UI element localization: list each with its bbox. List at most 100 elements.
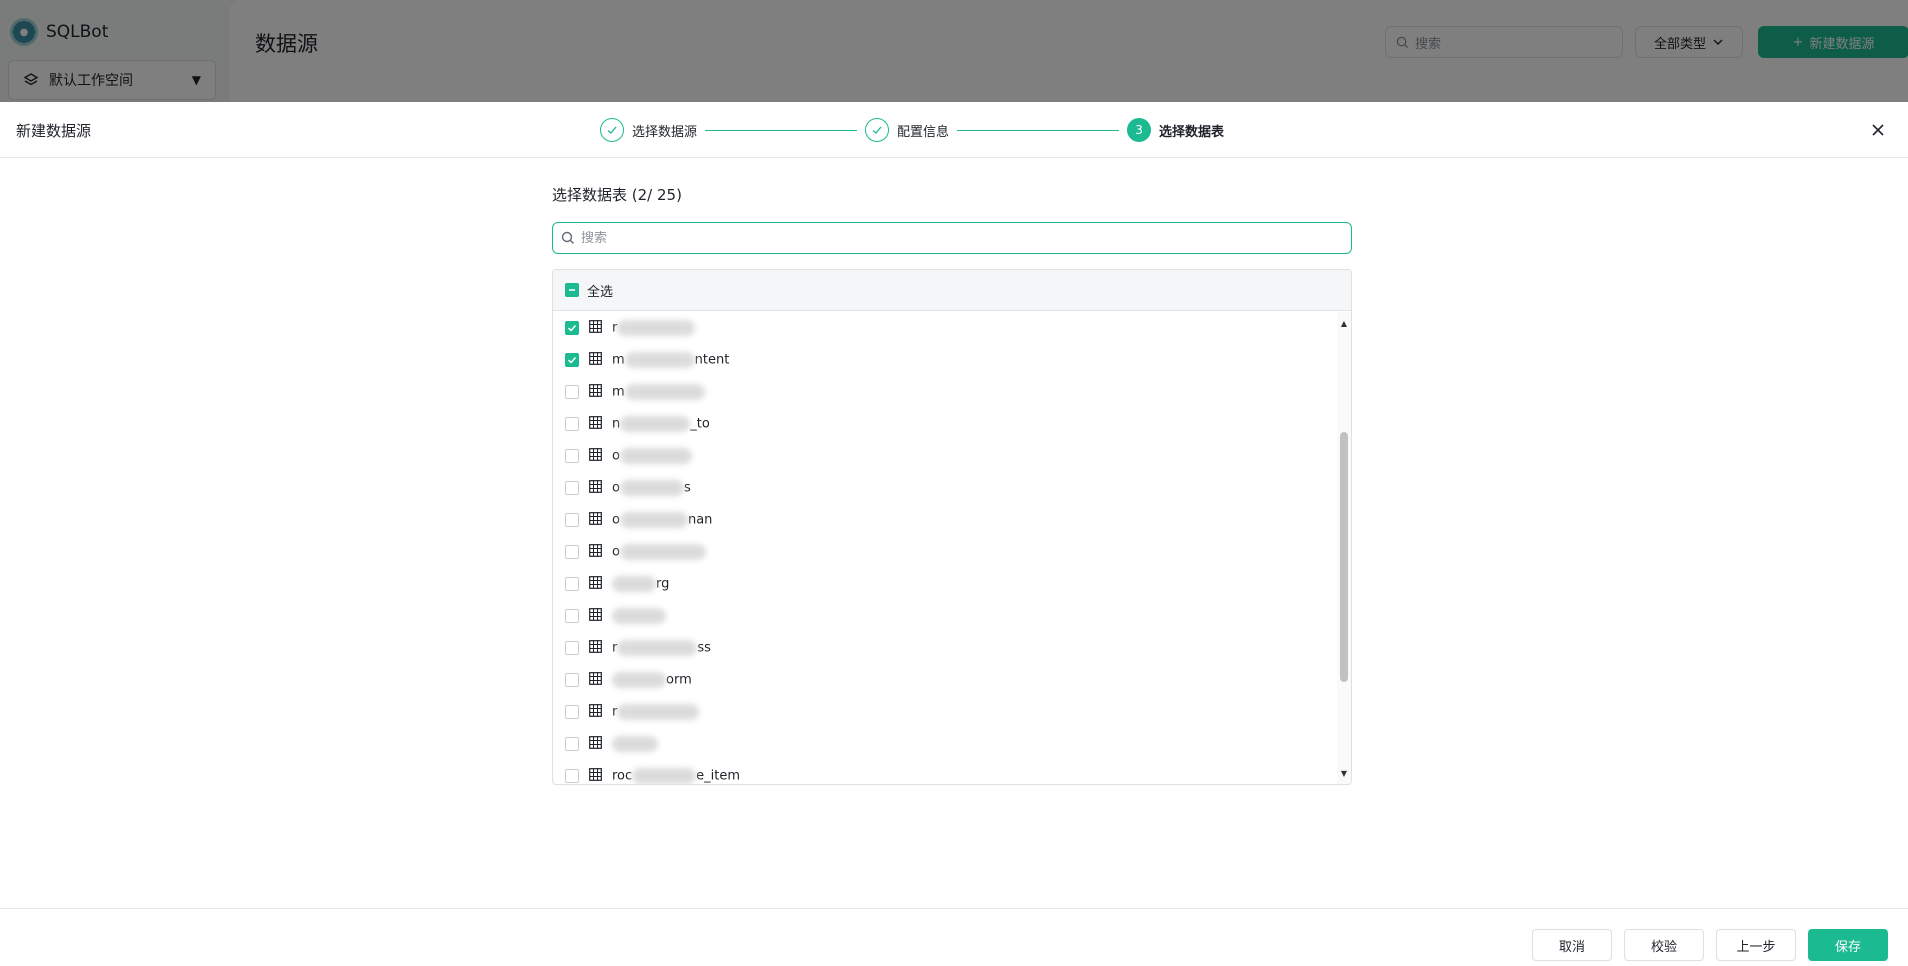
table-row[interactable]: r	[553, 312, 1339, 344]
table-name-prefix: m	[612, 384, 625, 400]
table-row[interactable]: rg	[553, 568, 1339, 600]
redacted-text	[632, 768, 697, 784]
row-checkbox[interactable]	[565, 545, 579, 559]
table-row[interactable]: os	[553, 472, 1339, 504]
row-checkbox[interactable]	[565, 609, 579, 623]
save-button[interactable]: 保存	[1808, 929, 1888, 961]
table-name: r	[612, 320, 696, 336]
redacted-text	[617, 320, 696, 336]
table-list: r m ntent m n _to o o s o nan o rg r ss orm r roc e_item	[553, 312, 1339, 784]
table-icon	[589, 703, 602, 721]
redacted-text	[612, 672, 666, 688]
table-name-prefix: roc	[612, 768, 633, 784]
table-row[interactable]: r	[553, 696, 1339, 728]
table-name-suffix: nan	[687, 512, 713, 528]
table-row[interactable]: r ss	[553, 632, 1339, 664]
table-name-prefix: m	[612, 352, 625, 368]
table-name-prefix: n	[612, 416, 621, 432]
scroll-down-arrow-icon[interactable]: ▼	[1337, 766, 1351, 780]
redacted-text	[624, 384, 705, 400]
validate-button[interactable]: 校验	[1624, 929, 1704, 961]
table-icon	[589, 351, 602, 369]
row-checkbox[interactable]	[565, 321, 579, 335]
search-icon	[561, 231, 574, 244]
select-all-row[interactable]: 全选	[553, 270, 1351, 311]
redacted-text	[619, 448, 692, 464]
drawer-footer: 取消 校验 上一步 保存	[0, 908, 1908, 966]
row-checkbox[interactable]	[565, 737, 579, 751]
table-name: n _to	[612, 416, 710, 432]
table-name-suffix: _to	[690, 416, 710, 432]
table-row[interactable]: roc e_item	[553, 760, 1339, 784]
cancel-button[interactable]: 取消	[1532, 929, 1612, 961]
redacted-text	[619, 544, 706, 560]
step-connector	[957, 129, 1120, 131]
table-list-scrollbar[interactable]: ▲ ▼	[1337, 312, 1351, 784]
check-icon	[865, 118, 890, 142]
redacted-text	[612, 576, 656, 592]
table-icon	[589, 479, 602, 497]
drawer-header: 新建数据源 选择数据源 配置信息 3 选择数据表	[0, 102, 1908, 158]
table-row[interactable]: o	[553, 440, 1339, 472]
stepper: 选择数据源 配置信息 3 选择数据表	[600, 118, 1224, 142]
table-search-input[interactable]	[581, 230, 1343, 246]
redacted-text	[617, 640, 698, 656]
table-name: o nan	[612, 512, 712, 528]
row-checkbox[interactable]	[565, 513, 579, 527]
table-row[interactable]: orm	[553, 664, 1339, 696]
table-list-panel: 全选 r m ntent m n _to o o s o nan o rg r ss orm r roc e_ite…	[552, 269, 1352, 785]
table-name-suffix: e_item	[696, 768, 741, 784]
row-checkbox[interactable]	[565, 481, 579, 495]
new-datasource-drawer: 新建数据源 选择数据源 配置信息 3 选择数据表 选择数据表 (2/ 25) 搜…	[0, 102, 1908, 966]
row-checkbox[interactable]	[565, 769, 579, 783]
table-name-prefix: o	[612, 512, 620, 528]
table-row[interactable]	[553, 728, 1339, 760]
row-checkbox[interactable]	[565, 417, 579, 431]
table-name: roc e_item	[612, 768, 740, 784]
step-label: 配置信息	[897, 124, 950, 140]
table-name-suffix: rg	[656, 576, 670, 592]
table-icon	[589, 575, 602, 593]
table-name: os	[612, 480, 691, 496]
table-name: o	[612, 544, 706, 560]
row-checkbox[interactable]	[565, 449, 579, 463]
table-icon	[589, 447, 602, 465]
previous-step-button[interactable]: 上一步	[1716, 929, 1796, 961]
row-checkbox[interactable]	[565, 353, 579, 367]
table-selection: 选择数据表 (2/ 25) 全选 rmntentmn_tooosonanorgr…	[552, 184, 1352, 785]
scroll-up-arrow-icon[interactable]: ▲	[1337, 316, 1351, 330]
table-row[interactable]: o	[553, 536, 1339, 568]
table-row[interactable]: m	[553, 376, 1339, 408]
redacted-text	[619, 480, 684, 496]
table-name-suffix: ntent	[694, 352, 730, 368]
step-2: 配置信息	[865, 118, 949, 142]
table-name: r	[612, 704, 700, 720]
step-label: 选择数据表	[1159, 124, 1225, 140]
row-checkbox[interactable]	[565, 673, 579, 687]
row-checkbox[interactable]	[565, 577, 579, 591]
row-checkbox[interactable]	[565, 641, 579, 655]
table-name-suffix: s	[683, 480, 691, 496]
step-label: 选择数据源	[632, 124, 698, 140]
table-name	[612, 608, 666, 624]
table-icon	[589, 671, 602, 689]
close-button[interactable]	[1866, 118, 1890, 142]
table-icon	[589, 319, 602, 337]
select-all-checkbox[interactable]	[565, 283, 579, 297]
row-checkbox[interactable]	[565, 705, 579, 719]
redacted-text	[612, 736, 658, 752]
row-checkbox[interactable]	[565, 385, 579, 399]
table-row[interactable]: o nan	[553, 504, 1339, 536]
table-name: orm	[612, 672, 692, 688]
redacted-text	[620, 416, 691, 432]
table-name-suffix: orm	[666, 672, 692, 688]
table-icon	[589, 543, 602, 561]
table-search	[552, 222, 1352, 254]
table-icon	[589, 767, 602, 785]
step-number: 3	[1127, 118, 1152, 142]
table-row[interactable]: n _to	[553, 408, 1339, 440]
table-row[interactable]	[553, 600, 1339, 632]
drawer-title: 新建数据源	[16, 122, 92, 140]
scrollbar-thumb[interactable]	[1340, 432, 1348, 682]
table-row[interactable]: m ntent	[553, 344, 1339, 376]
